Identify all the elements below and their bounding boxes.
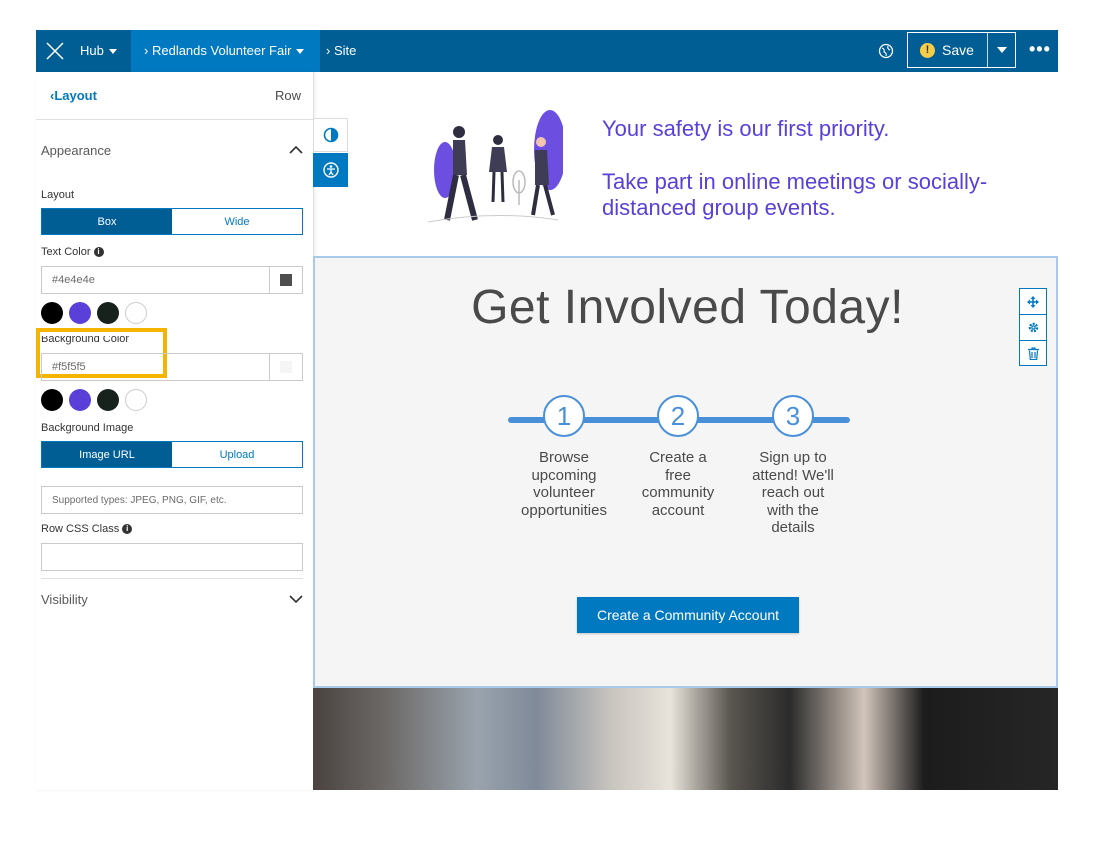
- text-color-input[interactable]: #4e4e4e: [41, 266, 303, 294]
- swatch-black[interactable]: [41, 389, 63, 411]
- section-title: Get Involved Today!: [471, 281, 904, 334]
- caret-down-icon: [108, 49, 117, 55]
- upload-option[interactable]: Upload: [172, 442, 302, 467]
- appearance-section-toggle[interactable]: Appearance: [36, 143, 313, 163]
- save-label: Save: [942, 42, 974, 58]
- swatch-white[interactable]: [125, 302, 147, 324]
- image-url-input[interactable]: Supported types: JPEG, PNG, GIF, etc.: [41, 486, 303, 514]
- swatch-black[interactable]: [41, 302, 63, 324]
- chevron-down-icon: [289, 592, 303, 607]
- swatch-dark-green[interactable]: [97, 389, 119, 411]
- text-color-swatches: [41, 302, 147, 324]
- image-url-option[interactable]: Image URL: [42, 442, 172, 467]
- image-url-placeholder: Supported types: JPEG, PNG, GIF, etc.: [52, 495, 227, 506]
- close-icon[interactable]: [36, 30, 74, 72]
- breadcrumb-site[interactable]: › Redlands Volunteer Fair: [131, 30, 320, 72]
- info-icon[interactable]: i: [93, 247, 104, 257]
- swatch-dark-green[interactable]: [97, 302, 119, 324]
- warning-icon: !: [920, 42, 935, 58]
- text-color-label-text: Text Color: [41, 246, 91, 258]
- gear-icon[interactable]: [1020, 315, 1046, 341]
- create-account-button[interactable]: Create a Community Account: [577, 597, 799, 633]
- panel-header: ‹Layout Row: [36, 72, 313, 120]
- caret-down-icon: [296, 49, 305, 55]
- save-button[interactable]: ! Save: [908, 33, 988, 67]
- step-text: Create a free community account: [641, 449, 715, 519]
- hub-menu[interactable]: Hub: [80, 30, 117, 72]
- row-css-input[interactable]: [41, 543, 303, 571]
- breadcrumb-page[interactable]: › Site: [326, 30, 356, 72]
- appearance-label: Appearance: [41, 143, 112, 158]
- page-canvas: Your safety is our first priority. Take …: [313, 72, 1058, 790]
- swatch-purple[interactable]: [69, 302, 91, 324]
- swatch-white[interactable]: [125, 389, 147, 411]
- step-number: 3: [772, 395, 814, 437]
- row-css-label: Row CSS Class i: [41, 523, 133, 535]
- background-color-value: #f5f5f5: [52, 361, 86, 373]
- step-text: Browse upcoming volunteer opportunities: [521, 449, 607, 519]
- globe-icon[interactable]: [878, 43, 894, 59]
- site-editor: Hub › Redlands Volunteer Fair › Site ! S…: [36, 30, 1058, 790]
- layout-toggle: Box Wide: [41, 208, 303, 235]
- image-source-toggle: Image URL Upload: [41, 441, 303, 468]
- divider: [41, 578, 303, 579]
- safety-line-1: Your safety is our first priority.: [602, 116, 890, 141]
- save-button-group: ! Save: [907, 32, 1016, 68]
- step-1: 1 Browse upcoming volunteer opportunitie…: [509, 395, 619, 519]
- breadcrumb-page-label: Site: [333, 43, 357, 58]
- background-color-preview[interactable]: [269, 354, 302, 380]
- row-tools: [1019, 288, 1047, 366]
- background-color-input[interactable]: #f5f5f5: [41, 353, 303, 381]
- background-color-swatches: [41, 389, 147, 411]
- row-settings-panel: ‹Layout Row Appearance Layout Box Wide T…: [36, 72, 314, 790]
- info-icon[interactable]: i: [122, 524, 133, 534]
- layout-box-option[interactable]: Box: [42, 209, 172, 234]
- safety-line-2: Take part in online meetings or socially…: [602, 169, 988, 220]
- text-color-preview[interactable]: [269, 267, 302, 293]
- text-color-value: #4e4e4e: [52, 274, 95, 286]
- people-walking-illustration: [427, 110, 563, 223]
- panel-context-label: Row: [274, 88, 301, 103]
- layout-wide-option[interactable]: Wide: [172, 209, 302, 234]
- visibility-label: Visibility: [41, 592, 88, 607]
- more-options-icon[interactable]: •••: [1029, 40, 1051, 58]
- layout-label: Layout: [41, 189, 75, 201]
- text-color-label: Text Color i: [41, 246, 104, 258]
- theme-contrast-icon[interactable]: [313, 118, 348, 152]
- step-number: 1: [543, 395, 585, 437]
- hub-label: Hub: [80, 43, 104, 58]
- top-bar: Hub › Redlands Volunteer Fair › Site ! S…: [36, 30, 1058, 72]
- step-3: 3 Sign up to attend! We'll reach out wit…: [738, 395, 848, 537]
- background-image-label: Background Image: [41, 422, 134, 434]
- back-label: Layout: [54, 88, 97, 103]
- step-number: 2: [657, 395, 699, 437]
- swatch-purple[interactable]: [69, 389, 91, 411]
- back-to-layout-link[interactable]: ‹Layout: [50, 88, 97, 103]
- chevron-right-icon: ›: [326, 43, 331, 58]
- trash-icon[interactable]: [1020, 341, 1046, 366]
- visibility-section-toggle[interactable]: Visibility: [36, 592, 313, 612]
- side-toolbar: [313, 118, 348, 188]
- volunteers-photo: [313, 688, 1058, 790]
- step-text: Sign up to attend! We'll reach out with …: [752, 449, 834, 536]
- get-involved-row[interactable]: Get Involved Today! 1 Browse upcoming vo…: [313, 256, 1058, 688]
- move-icon[interactable]: [1020, 289, 1046, 315]
- step-2: 2 Create a free community account: [623, 395, 733, 519]
- save-options-dropdown[interactable]: [988, 47, 1015, 53]
- breadcrumb-site-label: Redlands Volunteer Fair: [151, 43, 292, 58]
- accessibility-icon[interactable]: [313, 153, 348, 187]
- chevron-right-icon: ›: [144, 43, 149, 58]
- safety-message: Your safety is our first priority. Take …: [602, 116, 1042, 221]
- chevron-up-icon: [289, 143, 303, 158]
- caret-down-icon: [996, 47, 1007, 53]
- row-css-label-text: Row CSS Class: [41, 523, 120, 535]
